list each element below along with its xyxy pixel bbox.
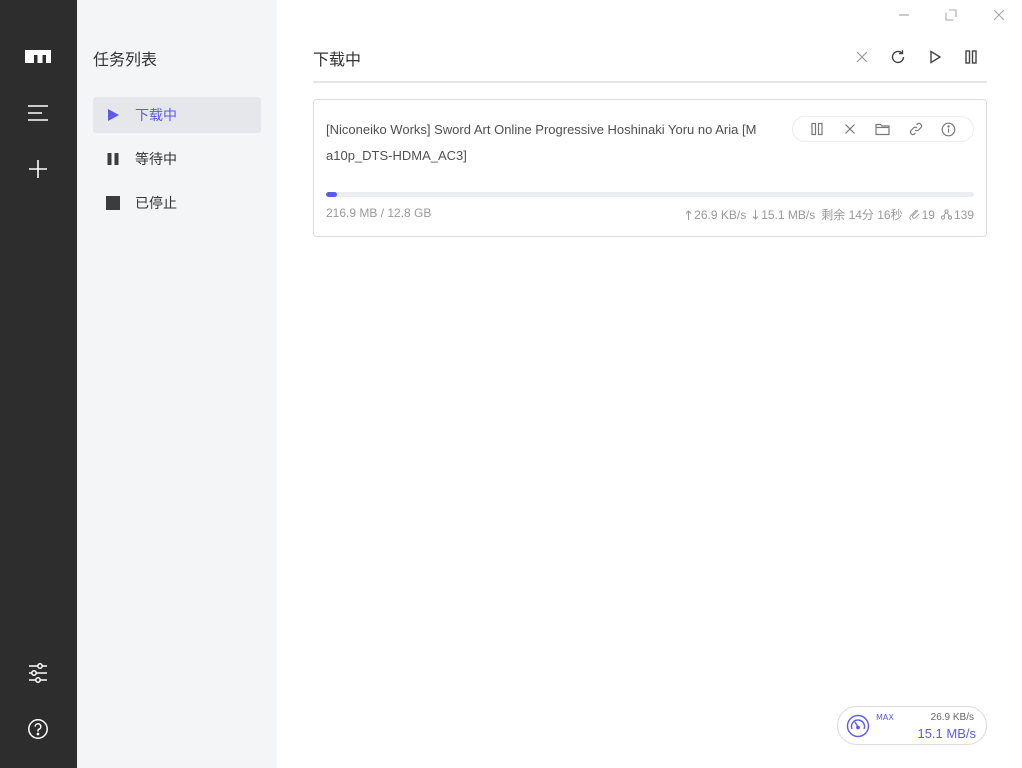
magnet-icon (909, 209, 920, 220)
close-icon[interactable] (852, 47, 872, 67)
speedometer-download: 15.1 MB/s (917, 726, 976, 741)
speedometer-max-label: MAX (876, 713, 894, 722)
task-item[interactable]: [Niconeiko Works] Sword Art Online Progr… (313, 99, 987, 237)
page-title: 下载中 (313, 50, 362, 69)
maximize-icon[interactable] (941, 6, 961, 24)
header-divider (313, 81, 987, 83)
task-sidebar: 任务列表 下载中 等待中 已停止 (77, 0, 277, 768)
sidebar-item-active[interactable]: 下载中 (93, 97, 261, 133)
task-pause-icon[interactable] (807, 119, 827, 139)
task-actions (792, 116, 974, 142)
sidebar-title: 任务列表 (93, 50, 158, 69)
pause-icon (105, 151, 121, 167)
speedometer[interactable]: MAX 26.9 KB/s 15.1 MB/s (837, 706, 987, 745)
close-window-icon[interactable] (989, 6, 1009, 24)
task-delete-icon[interactable] (840, 119, 860, 139)
task-progress-bar (326, 192, 974, 197)
logo-icon[interactable] (18, 36, 58, 76)
sliders-icon[interactable] (18, 653, 58, 693)
task-progress-fill (326, 192, 338, 197)
pause-icon[interactable] (961, 47, 981, 67)
sidebar-item-stopped[interactable]: 已停止 (93, 185, 261, 221)
sidebar-item-label: 下载中 (135, 108, 177, 124)
minimize-icon[interactable] (894, 6, 914, 24)
play-icon[interactable] (925, 47, 945, 67)
info-icon[interactable] (939, 119, 959, 139)
play-icon (105, 107, 121, 123)
stop-icon (105, 195, 121, 211)
refresh-icon[interactable] (888, 47, 908, 67)
main-panel: 下载中 [Niconeiko Works] Sword Art Online P… (277, 0, 1022, 768)
task-name: [Niconeiko Works] Sword Art Online Progr… (326, 122, 757, 163)
sidebar-item-waiting[interactable]: 等待中 (93, 141, 261, 177)
arrow-up-icon (685, 209, 692, 220)
connections: 139 (940, 208, 974, 222)
sidebar-item-label: 已停止 (135, 196, 177, 212)
link-icon[interactable] (906, 119, 926, 139)
remaining-time: 剩余 14分 16秒 (821, 208, 903, 222)
seeders: 19 (909, 208, 935, 222)
help-circle-icon[interactable] (18, 709, 58, 749)
arrow-down-icon (752, 209, 759, 220)
menu-icon[interactable] (18, 93, 58, 133)
task-stats: 26.9 KB/s 15.1 MB/s 剩余 14分 16秒 19 139 (685, 206, 974, 223)
task-size: 216.9 MB / 12.8 GB (326, 206, 432, 220)
sidebar-item-label: 等待中 (135, 152, 177, 168)
upload-speed: 26.9 KB/s (685, 208, 746, 222)
app-rail (0, 0, 77, 768)
plus-icon[interactable] (18, 149, 58, 189)
download-speed: 15.1 MB/s (752, 208, 815, 222)
folder-icon[interactable] (873, 119, 893, 139)
speedometer-upload: 26.9 KB/s (930, 712, 974, 723)
speedometer-icon (846, 714, 870, 738)
peers-icon (940, 209, 952, 220)
